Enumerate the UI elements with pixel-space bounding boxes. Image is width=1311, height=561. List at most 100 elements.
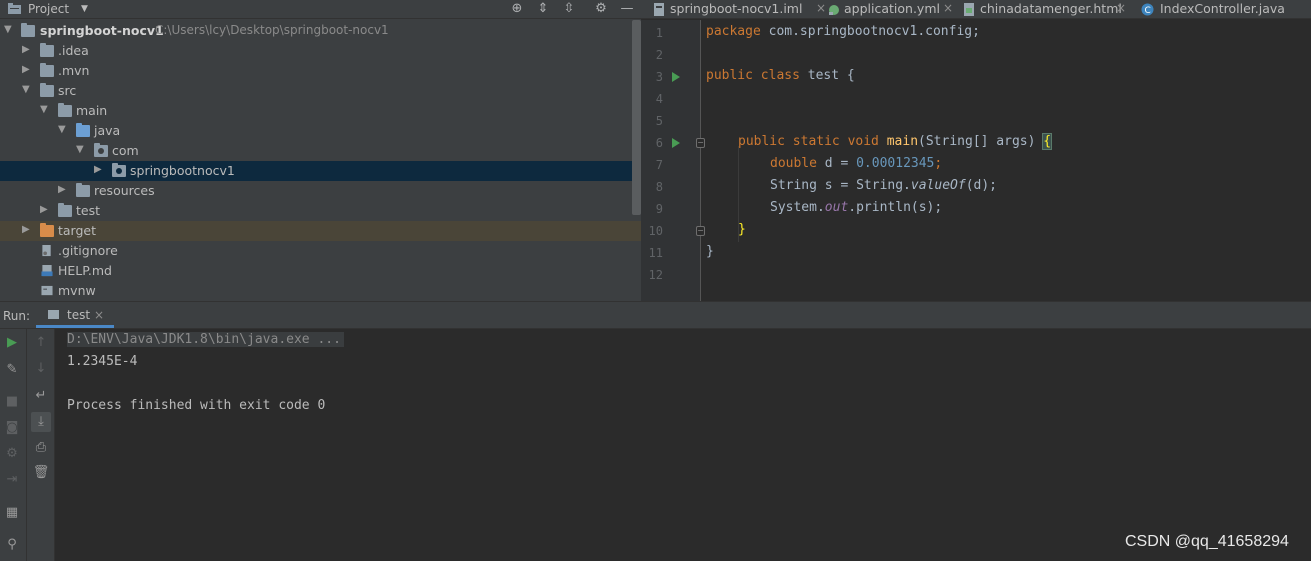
folder-icon <box>21 23 35 37</box>
tree-item-com[interactable]: ▼ com <box>0 141 632 161</box>
code-line-6: public static void main(String[] args) { <box>738 133 1053 150</box>
chevron-down-icon[interactable]: ▼ <box>4 24 14 36</box>
chevron-down-icon[interactable]: ▼ <box>22 84 32 96</box>
tree-item-label: .idea <box>58 43 89 58</box>
project-title[interactable]: Project <box>28 2 69 16</box>
tree-item-test[interactable]: ▶ test <box>0 201 632 221</box>
tree-scrollbar[interactable] <box>632 20 641 215</box>
markdown-file-icon <box>41 265 53 277</box>
chevron-down-icon[interactable]: ▼ <box>58 124 68 136</box>
line-number: 12 <box>648 268 663 282</box>
code-line-7: double d = 0.00012345; <box>770 156 943 171</box>
tree-item-label: .mvn <box>58 63 90 78</box>
tab-label: IndexController.java <box>1160 1 1285 16</box>
close-icon[interactable]: × <box>943 1 953 15</box>
run-label: Run: <box>3 309 31 323</box>
gutter-divider <box>700 20 701 301</box>
expand-all-icon[interactable]: ⇕ <box>535 0 551 16</box>
package-icon <box>112 163 126 177</box>
run-method-icon[interactable] <box>672 138 680 148</box>
script-file-icon <box>41 285 53 296</box>
chevron-right-icon[interactable]: ▶ <box>22 64 32 76</box>
chevron-down-icon[interactable]: ▼ <box>81 4 88 14</box>
code-editor[interactable]: 1 2 3 4 5 6 7 8 9 10 11 12 − − package c… <box>641 20 1311 301</box>
chevron-right-icon[interactable]: ▶ <box>94 164 104 176</box>
exit-icon[interactable]: ⇥ <box>2 470 22 490</box>
locate-icon[interactable]: ⊕ <box>509 0 525 16</box>
line-number: 6 <box>655 136 663 150</box>
tab-label: test <box>67 308 91 322</box>
line-number: 1 <box>655 26 663 40</box>
pin-icon[interactable]: ⚲ <box>2 535 22 555</box>
run-class-icon[interactable] <box>672 72 680 82</box>
tree-item-gitignore[interactable]: .gitignore <box>0 241 632 261</box>
tree-item-label: springbootnocv1 <box>130 163 235 178</box>
tree-item-help-md[interactable]: HELP.md <box>0 261 632 281</box>
tree-item-target[interactable]: ▶ target <box>0 221 641 241</box>
fold-icon[interactable]: − <box>696 226 705 236</box>
console-command-line[interactable]: D:\ENV\Java\JDK1.8\bin\java.exe ... <box>67 332 344 347</box>
chevron-down-icon[interactable]: ▼ <box>76 144 86 156</box>
tree-item-springbootnocv1[interactable]: ▶ springbootnocv1 <box>0 161 641 181</box>
chevron-down-icon[interactable]: ▼ <box>40 104 50 116</box>
arrow-up-icon[interactable]: ↑ <box>31 333 51 353</box>
close-icon[interactable]: × <box>1116 1 1126 15</box>
tree-item-mvnw[interactable]: mvnw <box>0 281 632 301</box>
line-number: 3 <box>655 70 663 84</box>
fold-icon[interactable]: − <box>696 138 705 148</box>
soft-wrap-icon[interactable]: ↵ <box>31 386 51 406</box>
rerun-icon[interactable]: ▶ <box>2 333 22 353</box>
print-icon[interactable]: ⎙ <box>31 438 51 458</box>
run-console[interactable]: D:\ENV\Java\JDK1.8\bin\java.exe ... 1.23… <box>55 329 1311 561</box>
chevron-right-icon[interactable]: ▶ <box>22 44 32 56</box>
folder-icon <box>40 43 54 57</box>
tree-item-mvn[interactable]: ▶ .mvn <box>0 61 632 81</box>
line-number: 8 <box>655 180 663 194</box>
gear-icon[interactable]: ⚙ <box>593 0 609 16</box>
code-line-8: String s = String.valueOf(d); <box>770 178 997 193</box>
project-header: Project ▼ ⊕ ⇕ ⇳ ⚙ — <box>0 0 641 19</box>
tree-item-resources[interactable]: ▶ resources <box>0 181 632 201</box>
module-file-icon <box>654 3 664 16</box>
tree-item-label: com <box>112 143 139 158</box>
excluded-folder-icon <box>40 223 54 237</box>
collapse-all-icon[interactable]: ⇳ <box>561 0 577 16</box>
tree-item-label: src <box>58 83 77 98</box>
tree-item-label: springboot-nocv1 <box>40 23 164 38</box>
tree-item-label: mvnw <box>58 283 96 298</box>
watermark: CSDN @qq_41658294 <box>1125 533 1289 550</box>
layout-icon[interactable]: ▦ <box>2 503 22 523</box>
run-toolbar: ▶ ✎ ■ ◙ ⚙ ⇥ ▦ ⚲ <box>0 329 27 561</box>
trash-icon[interactable]: 🗑 <box>31 463 51 483</box>
close-icon[interactable]: × <box>816 1 826 15</box>
chevron-right-icon[interactable]: ▶ <box>40 204 50 216</box>
line-number: 7 <box>655 158 663 172</box>
tree-item-path: C:\Users\lcy\Desktop\springboot-nocv1 <box>155 23 389 37</box>
minimize-icon[interactable]: — <box>619 0 635 16</box>
code-line-11: } <box>706 244 714 259</box>
console-output-line: 1.2345E-4 <box>67 354 138 369</box>
wrench-icon[interactable]: ✎ <box>2 360 22 380</box>
package-icon <box>94 143 108 157</box>
arrow-down-icon[interactable]: ↓ <box>31 359 51 379</box>
tree-item-main[interactable]: ▼ main <box>0 101 632 121</box>
tree-item-java[interactable]: ▼ java <box>0 121 632 141</box>
tab-run-test[interactable]: test × <box>36 304 114 328</box>
line-number: 11 <box>648 246 663 260</box>
tree-item-src[interactable]: ▼ src <box>0 81 632 101</box>
tree-item-idea[interactable]: ▶ .idea <box>0 41 632 61</box>
scroll-to-end-icon[interactable]: ⤓ <box>31 412 51 432</box>
stop-icon[interactable]: ■ <box>2 392 22 412</box>
tab-label: chinadatamenger.html <box>980 1 1122 16</box>
chevron-right-icon[interactable]: ▶ <box>58 184 68 196</box>
tree-item-root[interactable]: ▼ springboot-nocv1 C:\Users\lcy\Desktop\… <box>0 21 632 41</box>
close-icon[interactable]: × <box>94 308 104 322</box>
svg-text:C: C <box>1145 6 1151 16</box>
camera-icon[interactable]: ◙ <box>2 418 22 438</box>
tab-label: springboot-nocv1.iml <box>670 1 803 16</box>
chevron-right-icon[interactable]: ▶ <box>22 224 32 236</box>
settings-icon[interactable]: ⚙ <box>2 444 22 464</box>
console-exit-line: Process finished with exit code 0 <box>67 398 326 413</box>
spring-leaf-icon <box>829 5 839 15</box>
tree-item-label: resources <box>94 183 155 198</box>
